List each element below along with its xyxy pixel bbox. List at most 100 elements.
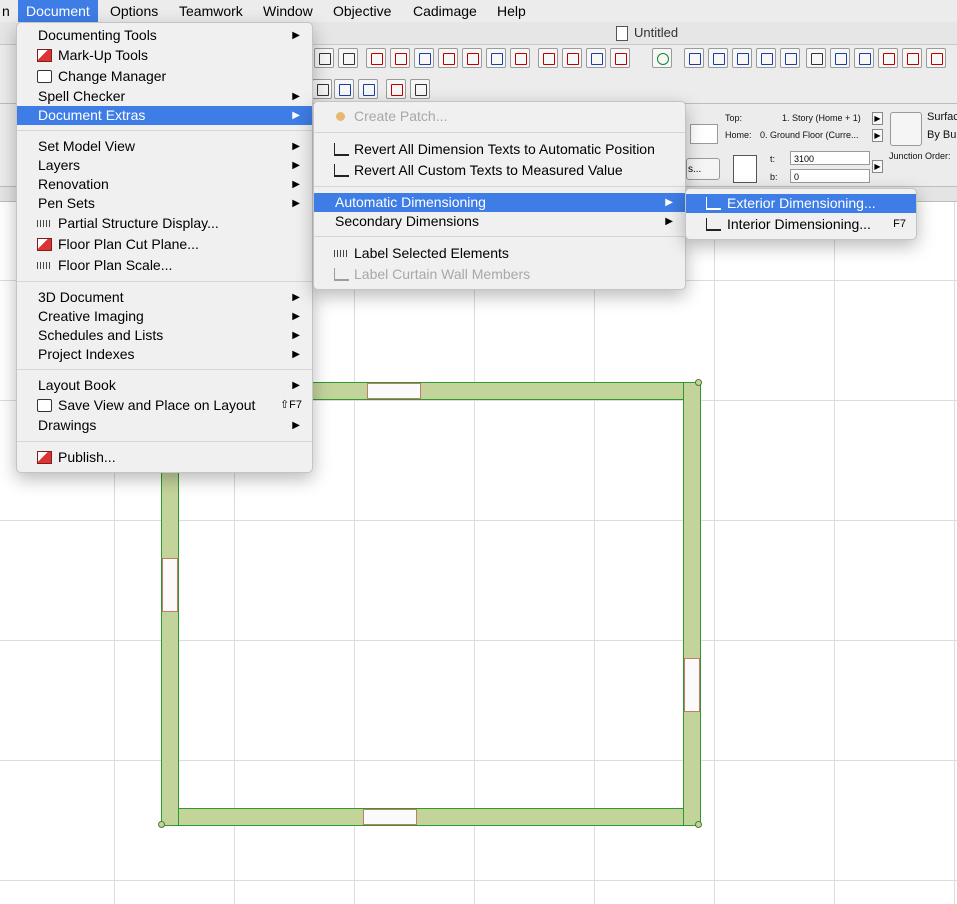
menu-item-partial-structure-display[interactable]: Partial Structure Display... [17, 214, 312, 233]
menu-item-set-model-view[interactable]: Set Model View ▶ [17, 137, 312, 156]
menu-item-automatic-dimensioning[interactable]: Automatic Dimensioning ▶ [314, 193, 685, 212]
tool-button[interactable] [926, 48, 946, 68]
tool-button[interactable] [878, 48, 898, 68]
menu-item-revert-dimension-texts[interactable]: Revert All Dimension Texts to Automatic … [314, 140, 685, 159]
wall-node[interactable] [158, 821, 165, 828]
menu-item-label-selected-elements[interactable]: Label Selected Elements [314, 244, 685, 263]
menu-item-3d-document[interactable]: 3D Document ▶ [17, 288, 312, 307]
menu-teamwork[interactable]: Teamwork [171, 0, 251, 22]
menu-item-renovation[interactable]: Renovation ▶ [17, 175, 312, 194]
menu-item-creative-imaging[interactable]: Creative Imaging ▶ [17, 307, 312, 326]
cut-plane-icon [37, 238, 52, 251]
menu-item-drawings[interactable]: Drawings ▶ [17, 416, 312, 435]
menu-item-revert-custom-texts[interactable]: Revert All Custom Texts to Measured Valu… [314, 161, 685, 180]
tool-button[interactable] [538, 48, 558, 68]
menu-item-save-view-and-place[interactable]: Save View and Place on Layout ⇧F7 [17, 396, 312, 415]
tool-button[interactable] [510, 48, 530, 68]
tool-button[interactable] [780, 48, 800, 68]
settings-button[interactable]: s... [686, 158, 720, 180]
menu-item-secondary-dimensions[interactable]: Secondary Dimensions ▶ [314, 212, 685, 231]
tool-button[interactable] [386, 79, 406, 99]
tool-button[interactable] [338, 48, 358, 68]
window-title: Untitled [634, 25, 679, 40]
revert-text-icon [334, 164, 349, 177]
menu-separator [314, 186, 685, 187]
menu-options[interactable]: Options [102, 0, 166, 22]
tool-button[interactable] [756, 48, 776, 68]
menu-item-pen-sets[interactable]: Pen Sets ▶ [17, 194, 312, 213]
tool-button[interactable] [732, 48, 752, 68]
height-arrow-icon[interactable]: ▶ [872, 160, 883, 173]
tool-button[interactable] [410, 79, 430, 99]
tool-button[interactable] [462, 48, 482, 68]
menu-item-exterior-dimensioning[interactable]: Exterior Dimensioning... [686, 194, 916, 213]
window-opening[interactable] [162, 558, 178, 612]
t-label: t: [770, 154, 776, 164]
tool-button[interactable] [854, 48, 874, 68]
window-opening[interactable] [684, 658, 700, 712]
menu-document[interactable]: Document [18, 0, 98, 22]
b-offset-field[interactable]: 0 [790, 169, 870, 183]
wall-bottom[interactable] [161, 808, 701, 826]
tool-button[interactable] [390, 48, 410, 68]
tool-button[interactable] [414, 48, 434, 68]
menu-item-floor-plan-cut-plane[interactable]: Floor Plan Cut Plane... [17, 235, 312, 254]
menu-item-schedules-and-lists[interactable]: Schedules and Lists ▶ [17, 326, 312, 345]
menu-item-layout-book[interactable]: Layout Book ▶ [17, 376, 312, 395]
menu-item-document-extras[interactable]: Document Extras ▶ [17, 106, 312, 125]
label-curtain-wall-icon [334, 268, 349, 281]
surface-label: Surfac [927, 111, 957, 123]
window-opening[interactable] [363, 809, 417, 825]
tool-button[interactable] [366, 48, 386, 68]
tool-button[interactable] [486, 48, 506, 68]
tool-button[interactable] [586, 48, 606, 68]
tool-button[interactable] [902, 48, 922, 68]
menu-item-change-manager[interactable]: Change Manager [17, 67, 312, 86]
menu-item-markup-tools[interactable]: Mark-Up Tools [17, 46, 312, 65]
tool-button[interactable] [562, 48, 582, 68]
menu-item-floor-plan-scale[interactable]: Floor Plan Scale... [17, 256, 312, 275]
tool-button[interactable] [806, 48, 826, 68]
menu-item-spell-checker[interactable]: Spell Checker ▶ [17, 87, 312, 106]
menu-help[interactable]: Help [489, 0, 534, 22]
submenu-arrow-icon: ▶ [665, 216, 673, 227]
menu-edit-clipped[interactable]: n [0, 0, 18, 22]
shortcut-label: ⇧F7 [279, 399, 302, 411]
tool-button[interactable] [358, 79, 378, 99]
surface-picker-button[interactable] [890, 112, 922, 146]
tool-button[interactable] [708, 48, 728, 68]
wall-right[interactable] [683, 382, 701, 826]
tool-button[interactable] [314, 48, 334, 68]
menu-item-layers[interactable]: Layers ▶ [17, 156, 312, 175]
menu-item-label-curtain-wall-members: Label Curtain Wall Members [314, 265, 685, 284]
menu-item-project-indexes[interactable]: Project Indexes ▶ [17, 345, 312, 364]
tool-button[interactable] [438, 48, 458, 68]
tool-button[interactable] [684, 48, 704, 68]
menu-separator [17, 369, 312, 370]
window-opening[interactable] [367, 383, 421, 399]
submenu-arrow-icon: ▶ [292, 349, 300, 360]
menu-window[interactable]: Window [255, 0, 321, 22]
revert-dimension-icon [334, 143, 349, 156]
menu-separator [314, 236, 685, 237]
tool-button[interactable] [334, 79, 354, 99]
wall-profile-icon[interactable] [733, 155, 757, 183]
menu-cadimage[interactable]: Cadimage [405, 0, 485, 22]
tool-button[interactable] [610, 48, 630, 68]
tool-button[interactable] [652, 48, 672, 68]
home-story-arrow-icon[interactable]: ▶ [872, 129, 883, 142]
wall-node[interactable] [695, 379, 702, 386]
surface-value: By Bu [927, 129, 957, 141]
menu-item-interior-dimensioning[interactable]: Interior Dimensioning... F7 [686, 215, 916, 234]
document-extras-menu: Create Patch... Revert All Dimension Tex… [313, 101, 686, 290]
menu-item-publish[interactable]: Publish... [17, 448, 312, 467]
menu-objective[interactable]: Objective [325, 0, 399, 22]
top-story-arrow-icon[interactable]: ▶ [872, 112, 883, 125]
markup-icon [37, 49, 52, 62]
t-height-field[interactable]: 3100 [790, 151, 870, 165]
infobox-field[interactable] [690, 124, 718, 144]
wall-node[interactable] [695, 821, 702, 828]
tool-button[interactable] [830, 48, 850, 68]
tool-button[interactable] [312, 79, 332, 99]
menu-item-documenting-tools[interactable]: Documenting Tools ▶ [17, 26, 312, 45]
